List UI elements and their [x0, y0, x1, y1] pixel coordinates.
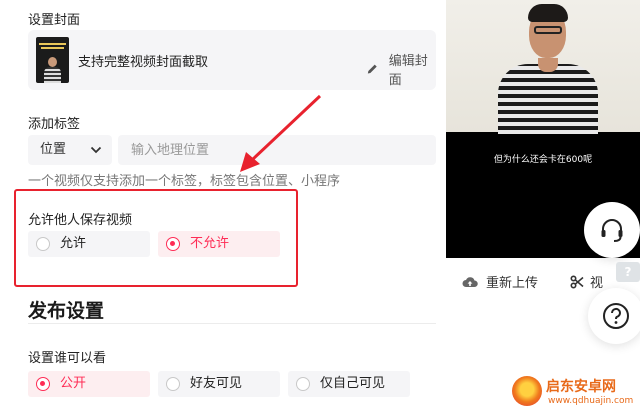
visibility-label: 设置谁可以看 [28, 351, 107, 366]
upload-cloud-icon [462, 277, 478, 287]
visibility-public-option[interactable]: 公开 [28, 371, 150, 397]
section-divider [28, 323, 436, 324]
watermark-url: www.qdhuajin.com [548, 396, 634, 406]
watermark-name: 启东安卓网 [546, 379, 616, 395]
question-icon [603, 303, 629, 329]
reupload-label: 重新上传 [486, 276, 539, 291]
reupload-button[interactable]: 重新上传 [462, 272, 538, 291]
headset-icon [601, 219, 623, 242]
video-subtitle: 但为什么还会卡在600呢 [493, 155, 593, 165]
visibility-friends-label: 好友可见 [190, 376, 243, 391]
cut-video-button[interactable]: 视 [570, 272, 603, 291]
radio-checked [36, 377, 50, 391]
site-watermark: 启东安卓网 www.qdhuajin.com [512, 374, 640, 412]
radio-unchecked [296, 377, 310, 391]
customer-service-button[interactable] [584, 202, 640, 258]
visibility-public-label: 公开 [60, 376, 87, 391]
scissors-icon [570, 274, 584, 289]
cut-label: 视 [590, 276, 604, 291]
publish-section-title: 发布设置 [28, 300, 105, 322]
help-tag[interactable]: ? [616, 262, 640, 282]
visibility-private-option[interactable]: 仅自己可见 [288, 371, 410, 397]
visibility-friends-option[interactable]: 好友可见 [158, 371, 280, 397]
watermark-logo-icon [512, 376, 542, 406]
help-button[interactable] [588, 288, 640, 344]
visibility-private-label: 仅自己可见 [320, 376, 386, 391]
radio-unchecked [166, 377, 180, 391]
